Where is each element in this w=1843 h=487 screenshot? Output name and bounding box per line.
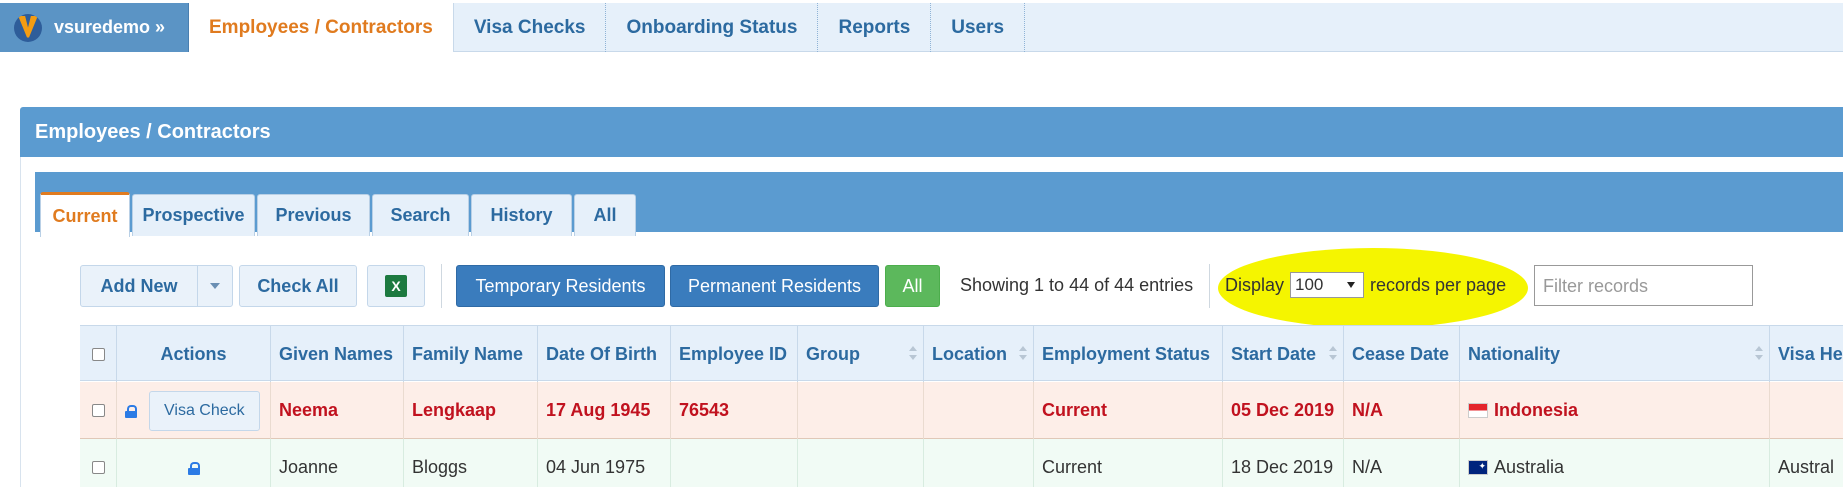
subtab-search[interactable]: Search — [372, 194, 469, 236]
brand-label: vsuredemo » — [54, 17, 166, 37]
nav-tab-reports[interactable]: Reports — [818, 3, 932, 52]
row-checkbox[interactable] — [80, 439, 116, 487]
cell-date-of-birth: 04 Jun 1975 — [537, 439, 670, 487]
subtab-previous[interactable]: Previous — [257, 194, 370, 236]
cell-visa-holder: Austral — [1769, 439, 1843, 487]
cell-given-names: Neema — [270, 382, 403, 439]
cell-start-date: 18 Dec 2019 — [1222, 439, 1343, 487]
column-cease-date[interactable]: Cease Date — [1343, 326, 1459, 382]
column-location-label: Location — [932, 343, 1007, 364]
unlock-icon[interactable] — [125, 404, 137, 418]
select-all-checkbox[interactable] — [80, 326, 116, 382]
cell-employee-id: 76543 — [670, 382, 797, 439]
column-employment-status[interactable]: Employment Status — [1033, 326, 1222, 382]
subtab-prospective[interactable]: Prospective — [132, 194, 255, 236]
subtab-history[interactable]: History — [471, 194, 572, 236]
cell-group — [797, 439, 923, 487]
column-visa-holder[interactable]: Visa He — [1769, 326, 1843, 382]
column-given-names[interactable]: Given Names — [270, 326, 403, 382]
temporary-residents-button[interactable]: Temporary Residents — [456, 265, 665, 307]
filter-records-input[interactable]: Filter records — [1534, 265, 1753, 306]
column-family-name[interactable]: Family Name — [403, 326, 537, 382]
cell-employment-status: Current — [1033, 439, 1222, 487]
column-nationality-label: Nationality — [1468, 343, 1561, 364]
column-actions: Actions — [116, 326, 270, 382]
brand-menu[interactable]: vsuredemo » — [0, 3, 189, 52]
sort-icon — [1755, 346, 1763, 360]
australia-flag-icon — [1468, 460, 1488, 475]
column-nationality[interactable]: Nationality — [1459, 326, 1769, 382]
subtab-current[interactable]: Current — [40, 192, 130, 237]
subtab-all[interactable]: All — [574, 194, 636, 236]
column-group-label: Group — [806, 343, 860, 364]
display-label: Display — [1225, 275, 1285, 295]
export-excel-button[interactable]: X — [367, 265, 425, 307]
vsure-logo-icon — [14, 13, 42, 42]
column-date-of-birth[interactable]: Date Of Birth — [537, 326, 670, 382]
cell-group — [797, 382, 923, 439]
row-checkbox[interactable] — [80, 382, 116, 439]
subtab-bar: Current Prospective Previous Search Hist… — [35, 172, 1843, 237]
cell-date-of-birth: 17 Aug 1945 — [537, 382, 670, 439]
cell-employee-id — [670, 439, 797, 487]
cell-nationality: Indonesia — [1459, 382, 1769, 439]
column-employee-id[interactable]: Employee ID — [670, 326, 797, 382]
cell-nationality: Australia — [1459, 439, 1769, 487]
nationality-label: Australia — [1494, 457, 1565, 477]
add-new-button[interactable]: Add New — [80, 265, 198, 307]
column-start-date[interactable]: Start Date — [1222, 326, 1343, 382]
cell-given-names: Joanne — [270, 439, 403, 487]
top-navigation: vsuredemo » Employees / Contractors Visa… — [0, 3, 1843, 52]
table-row: Visa Check Neema Lengkaap 17 Aug 1945 76… — [80, 382, 1843, 439]
chevron-down-icon — [1347, 282, 1355, 288]
sort-icon — [1019, 346, 1027, 360]
nationality-label: Indonesia — [1494, 400, 1579, 420]
toolbar-divider — [441, 264, 442, 308]
entries-count: Showing 1 to 44 of 44 entries — [960, 275, 1194, 295]
check-all-button[interactable]: Check All — [239, 265, 357, 307]
records-per-page-label: records per page — [1370, 275, 1507, 295]
add-new-dropdown-button[interactable] — [197, 265, 233, 307]
permanent-residents-button[interactable]: Permanent Residents — [670, 265, 879, 307]
excel-icon: X — [385, 275, 407, 297]
cell-cease-date: N/A — [1343, 439, 1459, 487]
row-actions: Visa Check — [116, 382, 270, 439]
page-size-value: 100 — [1295, 275, 1324, 294]
nav-tab-users[interactable]: Users — [931, 3, 1026, 52]
nav-tab-visa-checks[interactable]: Visa Checks — [454, 3, 607, 52]
indonesia-flag-icon — [1468, 403, 1488, 418]
cell-location — [923, 382, 1033, 439]
cell-employment-status: Current — [1033, 382, 1222, 439]
column-location[interactable]: Location — [923, 326, 1033, 382]
sort-icon — [1329, 346, 1337, 360]
cell-family-name: Bloggs — [403, 439, 537, 487]
unlock-icon[interactable] — [187, 461, 200, 475]
page-size-select[interactable]: 100 — [1290, 272, 1364, 298]
table-header: Actions Given Names Family Name Date Of … — [80, 325, 1843, 382]
all-residents-button[interactable]: All — [885, 265, 940, 307]
column-group[interactable]: Group — [797, 326, 923, 382]
visa-check-button[interactable]: Visa Check — [149, 390, 260, 431]
sort-icon — [909, 346, 917, 360]
nav-tab-employees[interactable]: Employees / Contractors — [189, 3, 454, 52]
cell-start-date: 05 Dec 2019 — [1222, 382, 1343, 439]
cell-location — [923, 439, 1033, 487]
cell-cease-date: N/A — [1343, 382, 1459, 439]
nav-tab-onboarding-status[interactable]: Onboarding Status — [606, 3, 819, 52]
column-start-date-label: Start Date — [1231, 343, 1317, 364]
toolbar-divider — [1209, 264, 1210, 308]
table-row: Joanne Bloggs 04 Jun 1975 Current 18 Dec… — [80, 439, 1843, 487]
chevron-down-icon — [210, 283, 220, 289]
cell-family-name: Lengkaap — [403, 382, 537, 439]
cell-visa-holder — [1769, 382, 1843, 439]
row-actions — [116, 439, 270, 487]
panel-title: Employees / Contractors — [20, 107, 1843, 157]
